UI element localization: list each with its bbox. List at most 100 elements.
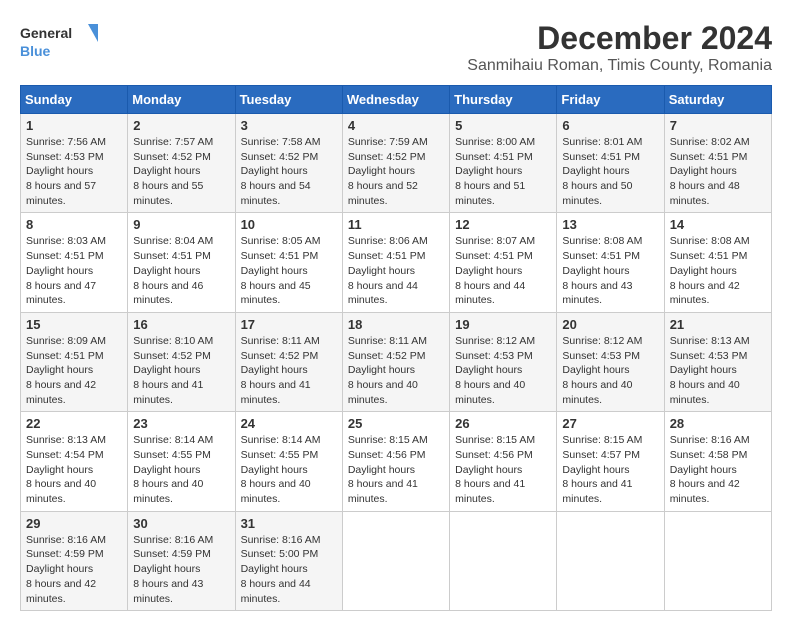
weekday-saturday: Saturday [664, 86, 771, 114]
main-title: December 2024 [467, 20, 772, 57]
day-number: 25 [348, 416, 444, 431]
calendar-cell: 25 Sunrise: 8:15 AMSunset: 4:56 PMDaylig… [342, 412, 449, 511]
calendar-cell: 1 Sunrise: 7:56 AMSunset: 4:53 PMDayligh… [21, 114, 128, 213]
logo: General Blue [20, 20, 100, 64]
calendar-cell: 13 Sunrise: 8:08 AMSunset: 4:51 PMDaylig… [557, 213, 664, 312]
day-number: 15 [26, 317, 122, 332]
calendar-cell: 3 Sunrise: 7:58 AMSunset: 4:52 PMDayligh… [235, 114, 342, 213]
calendar-cell [342, 511, 449, 610]
day-info: Sunrise: 8:11 AMSunset: 4:52 PMDaylight … [241, 335, 320, 406]
day-info: Sunrise: 7:57 AMSunset: 4:52 PMDaylight … [133, 136, 213, 207]
calendar-cell [557, 511, 664, 610]
day-number: 10 [241, 217, 337, 232]
day-number: 2 [133, 118, 229, 133]
day-info: Sunrise: 8:08 AMSunset: 4:51 PMDaylight … [670, 235, 750, 306]
day-number: 20 [562, 317, 658, 332]
calendar-cell: 18 Sunrise: 8:11 AMSunset: 4:52 PMDaylig… [342, 312, 449, 411]
calendar-cell: 23 Sunrise: 8:14 AMSunset: 4:55 PMDaylig… [128, 412, 235, 511]
logo-svg: General Blue [20, 20, 100, 64]
day-info: Sunrise: 7:58 AMSunset: 4:52 PMDaylight … [241, 136, 321, 207]
day-number: 8 [26, 217, 122, 232]
day-number: 7 [670, 118, 766, 133]
day-info: Sunrise: 8:04 AMSunset: 4:51 PMDaylight … [133, 235, 213, 306]
day-info: Sunrise: 8:03 AMSunset: 4:51 PMDaylight … [26, 235, 106, 306]
day-info: Sunrise: 8:10 AMSunset: 4:52 PMDaylight … [133, 335, 213, 406]
day-info: Sunrise: 8:14 AMSunset: 4:55 PMDaylight … [133, 434, 213, 505]
weekday-thursday: Thursday [450, 86, 557, 114]
calendar-cell: 4 Sunrise: 7:59 AMSunset: 4:52 PMDayligh… [342, 114, 449, 213]
day-info: Sunrise: 8:15 AMSunset: 4:57 PMDaylight … [562, 434, 642, 505]
calendar-cell: 20 Sunrise: 8:12 AMSunset: 4:53 PMDaylig… [557, 312, 664, 411]
day-number: 5 [455, 118, 551, 133]
day-number: 18 [348, 317, 444, 332]
day-number: 4 [348, 118, 444, 133]
calendar-cell: 7 Sunrise: 8:02 AMSunset: 4:51 PMDayligh… [664, 114, 771, 213]
calendar-cell: 9 Sunrise: 8:04 AMSunset: 4:51 PMDayligh… [128, 213, 235, 312]
day-number: 12 [455, 217, 551, 232]
calendar-cell [450, 511, 557, 610]
calendar-cell: 5 Sunrise: 8:00 AMSunset: 4:51 PMDayligh… [450, 114, 557, 213]
day-info: Sunrise: 8:13 AMSunset: 4:54 PMDaylight … [26, 434, 106, 505]
day-number: 16 [133, 317, 229, 332]
day-info: Sunrise: 8:05 AMSunset: 4:51 PMDaylight … [241, 235, 321, 306]
day-info: Sunrise: 7:56 AMSunset: 4:53 PMDaylight … [26, 136, 106, 207]
calendar-cell: 19 Sunrise: 8:12 AMSunset: 4:53 PMDaylig… [450, 312, 557, 411]
weekday-sunday: Sunday [21, 86, 128, 114]
day-number: 23 [133, 416, 229, 431]
day-info: Sunrise: 8:13 AMSunset: 4:53 PMDaylight … [670, 335, 750, 406]
calendar-cell: 6 Sunrise: 8:01 AMSunset: 4:51 PMDayligh… [557, 114, 664, 213]
day-info: Sunrise: 8:00 AMSunset: 4:51 PMDaylight … [455, 136, 535, 207]
day-number: 31 [241, 516, 337, 531]
day-number: 24 [241, 416, 337, 431]
week-row-3: 15 Sunrise: 8:09 AMSunset: 4:51 PMDaylig… [21, 312, 772, 411]
calendar-cell: 2 Sunrise: 7:57 AMSunset: 4:52 PMDayligh… [128, 114, 235, 213]
day-number: 6 [562, 118, 658, 133]
calendar-cell: 31 Sunrise: 8:16 AMSunset: 5:00 PMDaylig… [235, 511, 342, 610]
calendar-cell: 11 Sunrise: 8:06 AMSunset: 4:51 PMDaylig… [342, 213, 449, 312]
day-number: 9 [133, 217, 229, 232]
calendar-cell: 14 Sunrise: 8:08 AMSunset: 4:51 PMDaylig… [664, 213, 771, 312]
day-info: Sunrise: 7:59 AMSunset: 4:52 PMDaylight … [348, 136, 428, 207]
weekday-friday: Friday [557, 86, 664, 114]
day-number: 19 [455, 317, 551, 332]
day-info: Sunrise: 8:02 AMSunset: 4:51 PMDaylight … [670, 136, 750, 207]
calendar-table: SundayMondayTuesdayWednesdayThursdayFrid… [20, 85, 772, 611]
week-row-4: 22 Sunrise: 8:13 AMSunset: 4:54 PMDaylig… [21, 412, 772, 511]
day-number: 17 [241, 317, 337, 332]
calendar-cell: 26 Sunrise: 8:15 AMSunset: 4:56 PMDaylig… [450, 412, 557, 511]
day-number: 21 [670, 317, 766, 332]
week-row-5: 29 Sunrise: 8:16 AMSunset: 4:59 PMDaylig… [21, 511, 772, 610]
day-number: 26 [455, 416, 551, 431]
day-info: Sunrise: 8:14 AMSunset: 4:55 PMDaylight … [241, 434, 321, 505]
day-number: 13 [562, 217, 658, 232]
calendar-cell: 15 Sunrise: 8:09 AMSunset: 4:51 PMDaylig… [21, 312, 128, 411]
day-info: Sunrise: 8:16 AMSunset: 4:58 PMDaylight … [670, 434, 750, 505]
day-info: Sunrise: 8:16 AMSunset: 4:59 PMDaylight … [26, 534, 106, 605]
day-info: Sunrise: 8:11 AMSunset: 4:52 PMDaylight … [348, 335, 427, 406]
day-number: 11 [348, 217, 444, 232]
day-number: 1 [26, 118, 122, 133]
day-info: Sunrise: 8:16 AMSunset: 4:59 PMDaylight … [133, 534, 213, 605]
calendar-cell [664, 511, 771, 610]
day-info: Sunrise: 8:15 AMSunset: 4:56 PMDaylight … [348, 434, 428, 505]
subtitle: Sanmihaiu Roman, Timis County, Romania [467, 57, 772, 75]
calendar-cell: 16 Sunrise: 8:10 AMSunset: 4:52 PMDaylig… [128, 312, 235, 411]
day-info: Sunrise: 8:07 AMSunset: 4:51 PMDaylight … [455, 235, 535, 306]
day-info: Sunrise: 8:08 AMSunset: 4:51 PMDaylight … [562, 235, 642, 306]
day-info: Sunrise: 8:01 AMSunset: 4:51 PMDaylight … [562, 136, 642, 207]
day-number: 14 [670, 217, 766, 232]
day-info: Sunrise: 8:16 AMSunset: 5:00 PMDaylight … [241, 534, 321, 605]
weekday-tuesday: Tuesday [235, 86, 342, 114]
week-row-1: 1 Sunrise: 7:56 AMSunset: 4:53 PMDayligh… [21, 114, 772, 213]
calendar-cell: 10 Sunrise: 8:05 AMSunset: 4:51 PMDaylig… [235, 213, 342, 312]
day-number: 27 [562, 416, 658, 431]
header: General Blue December 2024 Sanmihaiu Rom… [20, 20, 772, 75]
day-number: 22 [26, 416, 122, 431]
calendar-cell: 30 Sunrise: 8:16 AMSunset: 4:59 PMDaylig… [128, 511, 235, 610]
calendar-cell: 27 Sunrise: 8:15 AMSunset: 4:57 PMDaylig… [557, 412, 664, 511]
weekday-monday: Monday [128, 86, 235, 114]
calendar-cell: 12 Sunrise: 8:07 AMSunset: 4:51 PMDaylig… [450, 213, 557, 312]
day-info: Sunrise: 8:12 AMSunset: 4:53 PMDaylight … [455, 335, 535, 406]
day-info: Sunrise: 8:12 AMSunset: 4:53 PMDaylight … [562, 335, 642, 406]
calendar-cell: 28 Sunrise: 8:16 AMSunset: 4:58 PMDaylig… [664, 412, 771, 511]
